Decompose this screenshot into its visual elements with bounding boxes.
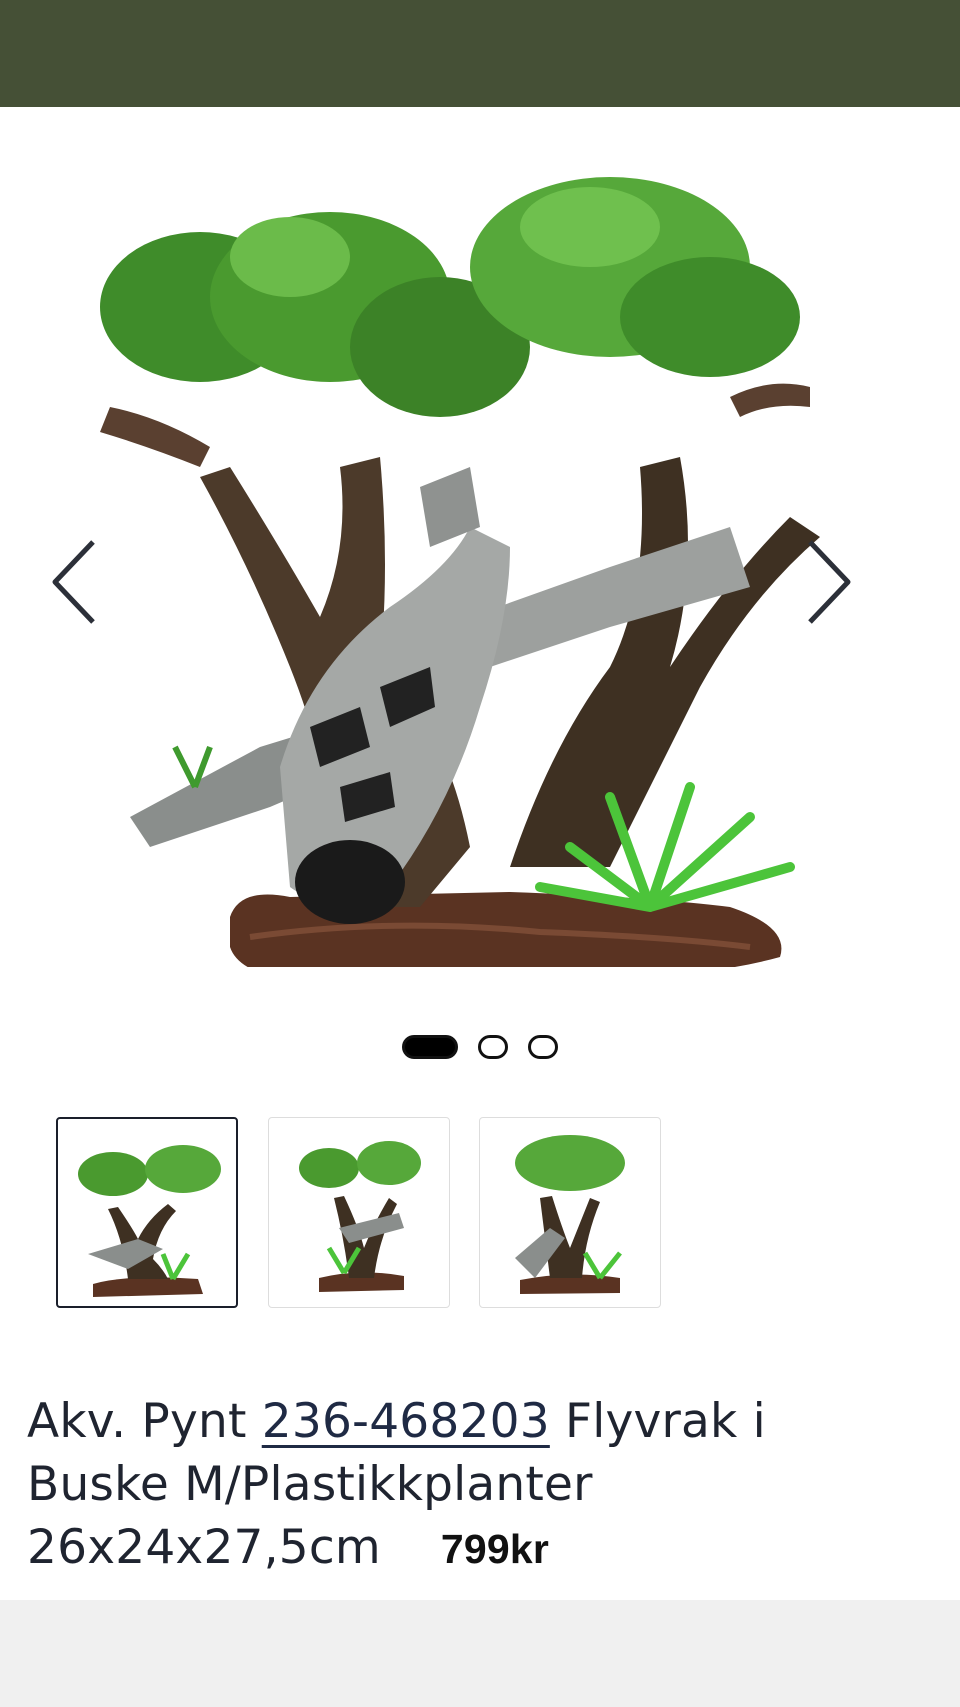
product-title: Akv. Pynt 236-468203 Flyvrak i Buske M/P… [27,1390,927,1581]
gallery-pagination-dots [0,1032,960,1062]
title-line3: 26x24x27,5cm [27,1520,381,1575]
title-line1-rest: Flyvrak i [549,1394,766,1449]
chevron-right-icon [808,540,851,624]
thumbnail-image [299,1141,421,1292]
thumbnail-2[interactable] [268,1117,450,1308]
title-line2: Buske M/Plastikkplanter [27,1457,593,1512]
next-image-button[interactable] [793,527,863,637]
product-price: 799kr [440,1526,550,1572]
main-product-image [100,177,820,967]
top-header-bar [0,0,960,107]
sku-link[interactable]: 236-468203 [262,1394,550,1449]
product-image-gallery [0,107,960,1007]
previous-image-button[interactable] [40,527,110,637]
thumbnail-image [515,1135,625,1294]
pagination-dot-1[interactable] [402,1035,458,1059]
footer-band [0,1600,960,1707]
thumbnail-1[interactable] [56,1117,238,1308]
title-prefix: Akv. Pynt [27,1394,262,1449]
pagination-dot-3[interactable] [528,1035,558,1059]
pagination-dot-2[interactable] [478,1035,508,1059]
thumbnail-image [78,1145,221,1297]
chevron-left-icon [52,540,95,624]
thumbnail-3[interactable] [479,1117,661,1308]
